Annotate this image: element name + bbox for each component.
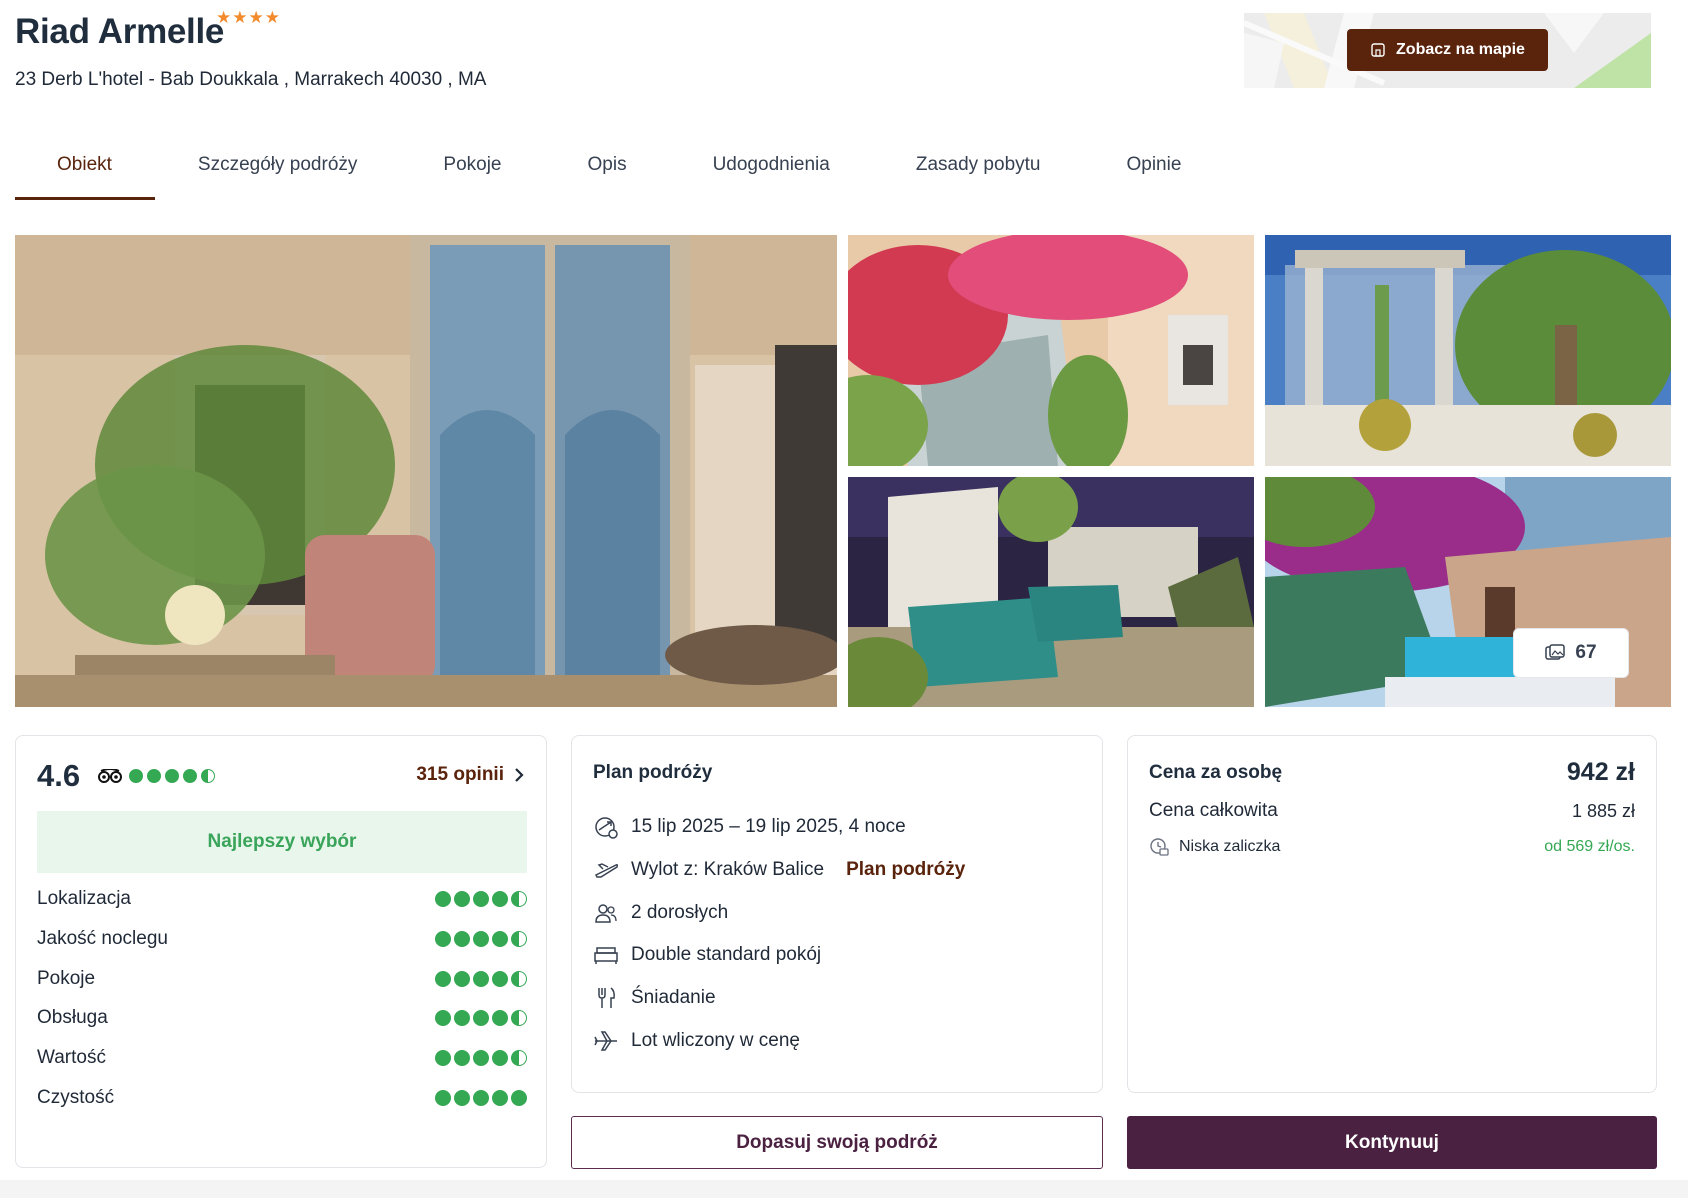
tab-house-rules[interactable]: Zasady pobytu [873,140,1084,200]
total-price-label: Cena całkowita [1149,800,1278,821]
rating-score: 4.6 [37,758,81,793]
tripadvisor-owl-icon [98,769,122,783]
building-icon [1371,43,1385,57]
rating-category-label: Lokalizacja [37,888,131,909]
see-on-map-button[interactable]: Zobacz na mapie [1347,29,1548,71]
page-bottom-strip [0,1180,1688,1198]
chevron-right-icon [515,768,524,782]
departure-airport: Wylot z: Kraków Balice [631,859,825,880]
tab-rooms[interactable]: Pokoje [400,140,544,200]
rating-card: 4.6 315 opinii Najlepszy wybór Lokalizac… [15,735,547,1168]
rating-category-label: Pokoje [37,968,96,989]
board-row: Śniadanie [593,985,716,1011]
trip-dates: 15 lip 2025 – 19 lip 2025, 4 noce [631,816,906,837]
trip-dates-row: 15 lip 2025 – 19 lip 2025, 4 noce [593,814,906,840]
board-type: Śniadanie [631,987,716,1008]
rating-dot [183,769,197,783]
tab-description[interactable]: Opis [545,140,670,200]
flight-included: Lot wliczony w cenę [631,1030,800,1051]
trip-plan-link[interactable]: Plan podróży [846,859,965,881]
rating-category-row: Wartość [37,1047,527,1069]
rating-category-dots [435,971,527,987]
rating-category-dots [435,891,527,907]
photo-terrace-night[interactable] [848,477,1254,707]
section-tabs: Obiekt Szczegóły podróży Pokoje Opis Udo… [15,140,1224,200]
low-deposit-label: Niska zaliczka [1179,838,1281,855]
hotel-address: 23 Derb L'hotel - Bab Doukkala , Marrake… [15,69,487,90]
flight-row: Lot wliczony w cenę [593,1028,800,1054]
rating-dot-half [201,769,215,783]
guests: 2 dorosłych [631,902,729,923]
tab-reviews[interactable]: Opinie [1083,140,1224,200]
rating-category-dots [435,1050,527,1066]
low-deposit-value: od 569 zł/os. [1544,838,1635,855]
rating-category-label: Wartość [37,1047,106,1068]
bed-icon [594,947,618,964]
room-row: Double standard pokój [593,942,821,968]
rating-category-dots [435,1090,527,1106]
users-icon [595,904,617,923]
continue-button[interactable]: Kontynuuj [1127,1116,1657,1169]
trip-plan-card: Plan podróży 15 lip 2025 – 19 lip 2025, … [571,735,1103,1093]
rating-category-row: Jakość noclegu [37,928,527,950]
rating-category-label: Jakość noclegu [37,928,168,949]
rating-category-row: Lokalizacja [37,888,527,910]
rating-category-dots [435,931,527,947]
tab-obiekt[interactable]: Obiekt [15,140,155,200]
rating-category-label: Czystość [37,1087,115,1108]
hotel-name: Riad Armelle [15,12,225,51]
photo-count: 67 [1575,642,1597,663]
rating-dot [129,769,143,783]
rating-dot [147,769,161,783]
total-price-value: 1 885 zł [1571,801,1635,821]
deposit-clock-icon [1150,838,1169,856]
price-card: Cena za osobę 942 zł Cena całkowita 1 88… [1127,735,1657,1093]
tab-travel-details[interactable]: Szczegóły podróży [155,140,400,200]
trip-plan-title: Plan podróży [593,762,713,783]
see-on-map-label: Zobacz na mapie [1396,41,1525,58]
tripadvisor-rating [98,769,215,783]
main-photo-courtyard[interactable] [15,235,837,707]
show-all-photos-button[interactable]: 67 [1513,628,1629,678]
customize-trip-button[interactable]: Dopasuj swoją podróż [571,1116,1103,1169]
rating-category-row: Pokoje [37,968,527,990]
price-per-person-label: Cena za osobę [1149,762,1283,783]
plane-takeoff-icon [594,863,619,878]
best-choice-badge: Najlepszy wybór [37,811,527,873]
tab-amenities[interactable]: Udogodnienia [670,140,873,200]
departure-row: Wylot z: Kraków Balice Plan podróży [593,857,965,883]
hotel-stars: ★★★★ [216,8,281,27]
photo-bougainvillea[interactable] [848,235,1254,466]
photo-cactus-garden[interactable] [1265,235,1671,466]
rating-category-label: Obsługa [37,1007,108,1028]
price-per-person-value: 942 zł [1566,758,1635,786]
room-type: Double standard pokój [631,944,822,965]
guests-row: 2 dorosłych [593,900,728,926]
plane-icon [594,1031,617,1051]
rating-category-row: Obsługa [37,1007,527,1029]
rating-category-row: Czystość [37,1087,527,1109]
rating-dot [165,769,179,783]
calendar-plane-icon [595,817,618,839]
reviews-count: 315 opinii [416,764,504,785]
fork-knife-icon [598,987,615,1008]
reviews-link[interactable]: 315 opinii [416,764,524,786]
low-deposit-row: Niska zaliczka [1149,837,1280,857]
gallery-icon [1545,644,1566,660]
rating-category-dots [435,1010,527,1026]
